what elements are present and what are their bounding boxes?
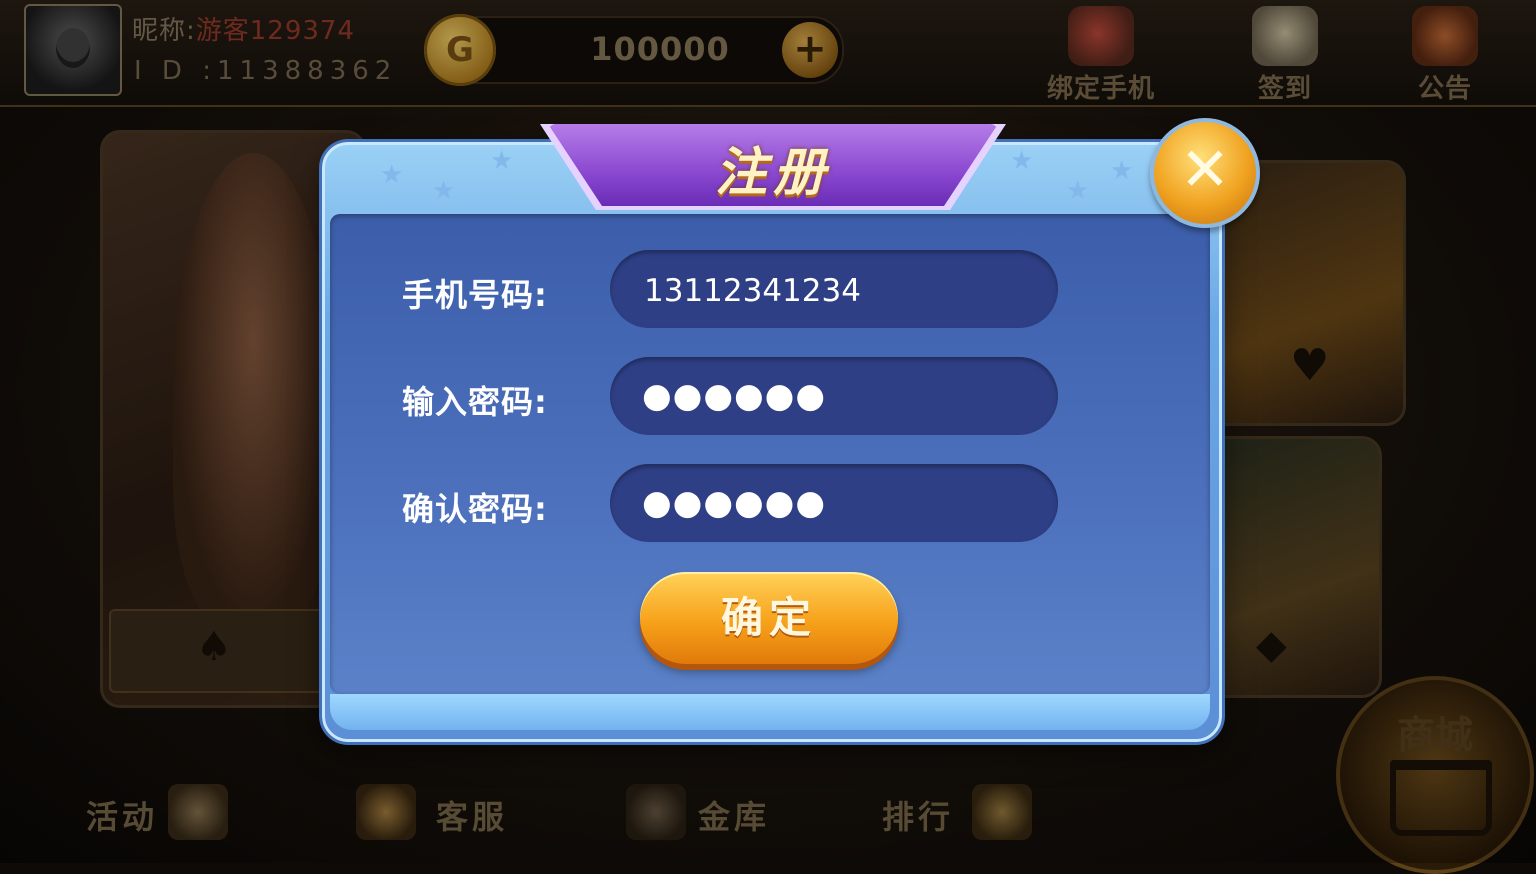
close-button[interactable]: ✕ [1150,118,1260,228]
star-decoration: ★ [1066,176,1090,206]
star-decoration: ★ [432,176,456,206]
star-decoration: ★ [1110,156,1134,186]
dialog-title: 注册 [714,143,831,203]
star-decoration: ★ [1010,146,1034,176]
phone-label: 手机号码: [402,276,548,314]
star-decoration: ★ [490,146,514,176]
confirm-password-input[interactable]: ●●●●●● [610,464,1058,542]
password-input[interactable]: ●●●●●● [610,357,1058,435]
star-decoration: ★ [380,160,404,190]
phone-input[interactable]: 13112341234 [610,250,1058,328]
confirm-button[interactable]: 确定 [640,572,898,664]
confirm-password-label: 确认密码: [402,490,548,528]
dialog-footer-strip [330,694,1210,730]
phone-input-value: 13112341234 [644,273,861,309]
password-input-value: ●●●●●● [642,376,827,416]
confirm-password-input-value: ●●●●●● [642,483,827,523]
password-label: 输入密码: [402,383,548,421]
close-icon: ✕ [1179,135,1231,205]
